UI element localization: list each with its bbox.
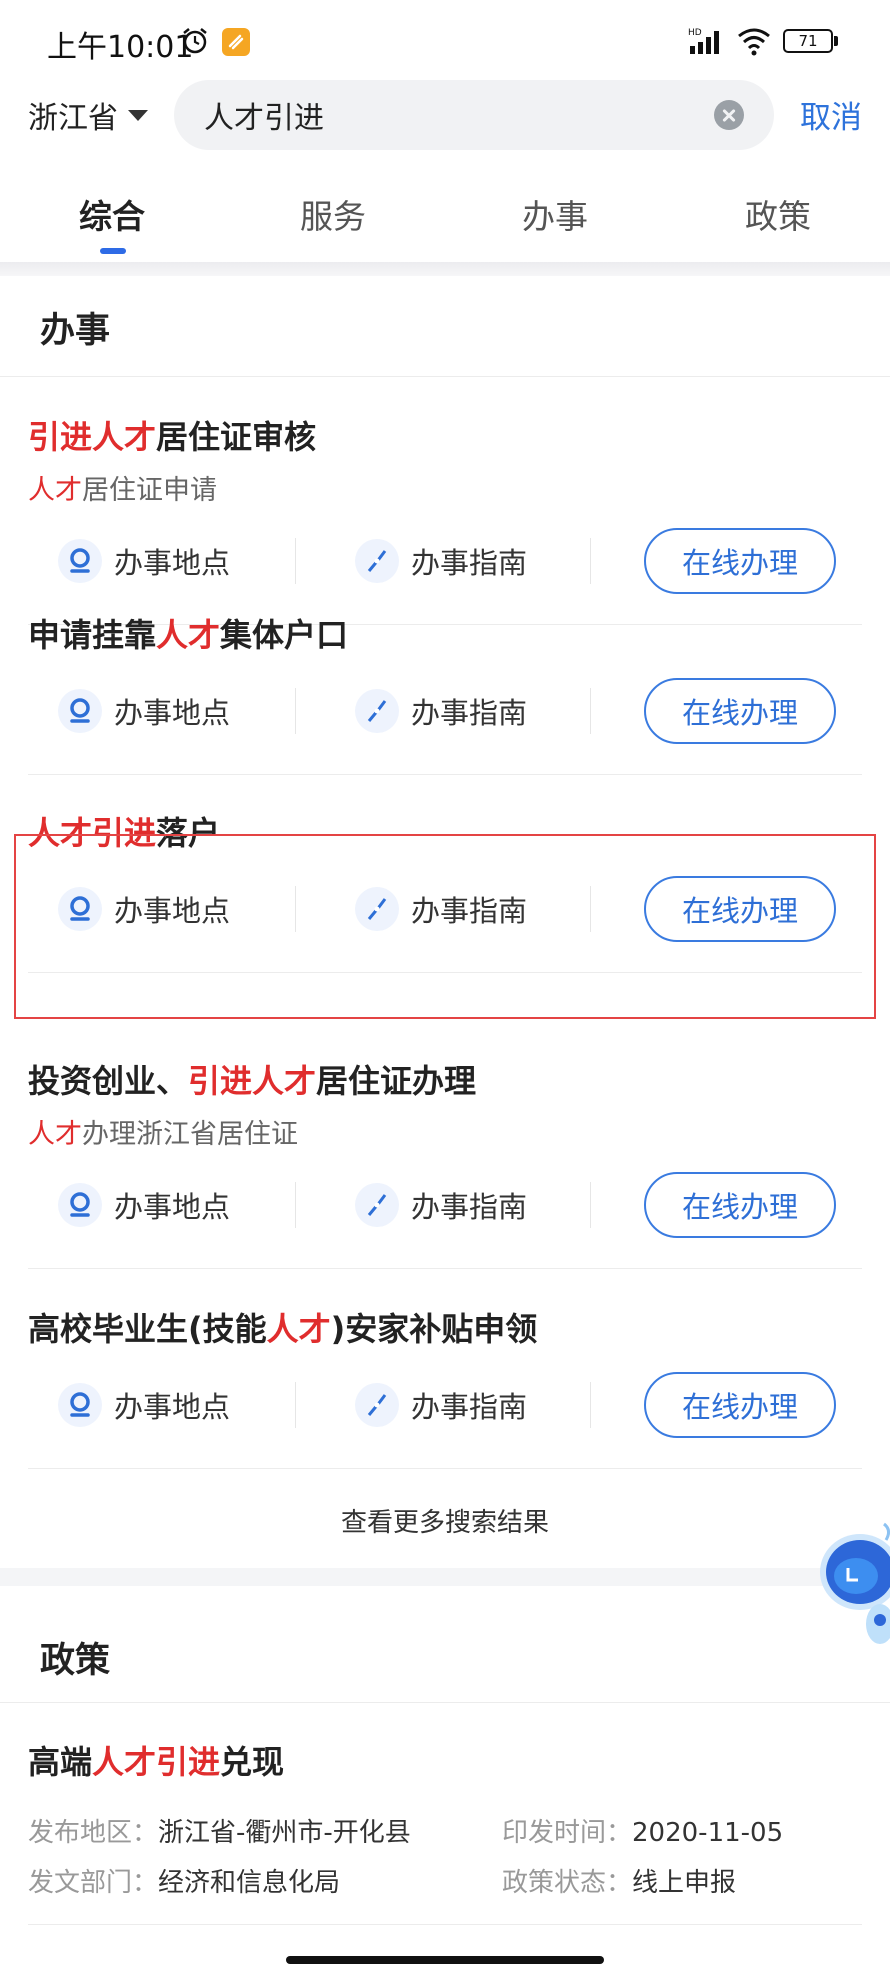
cancel-button[interactable]: 取消 [800, 92, 862, 137]
more-results-link[interactable]: 查看更多搜索结果 [0, 1502, 890, 1539]
guide-action[interactable]: 办事指南 [355, 536, 527, 586]
policy-department: 发文部门：经济和信息化局 [28, 1868, 341, 1898]
guide-action[interactable]: 办事指南 [355, 1180, 527, 1230]
tab-bar: 综合 服务 办事 政策 [0, 180, 890, 260]
region-label: 浙江省 [28, 101, 118, 136]
affairs-section-title: 办事 [40, 311, 111, 351]
search-box [174, 80, 774, 150]
location-action[interactable]: 办事地点 [58, 1380, 230, 1430]
policy-section-title: 政策 [40, 1641, 111, 1681]
caret-down-icon [128, 109, 148, 121]
policy-title[interactable]: 高端人才引进兑现 [28, 1737, 284, 1783]
home-indicator[interactable] [286, 1956, 604, 1964]
guide-label: 办事指南 [411, 546, 528, 580]
location-label: 办事地点 [114, 1390, 231, 1424]
compass-icon [355, 1383, 399, 1427]
wifi-icon [738, 28, 770, 56]
guide-label: 办事指南 [411, 696, 528, 730]
affair-item-title[interactable]: 投资创业、引进人才居住证办理 [28, 1056, 476, 1102]
clear-icon[interactable] [714, 100, 744, 130]
tab-policies[interactable]: 政策 [708, 190, 848, 238]
cellular-signal-icon: HD [688, 28, 719, 54]
guide-label: 办事指南 [411, 1390, 528, 1424]
svg-text:HD: HD [688, 28, 702, 38]
guide-action[interactable]: 办事指南 [355, 686, 527, 736]
search-input[interactable] [204, 80, 684, 150]
location-label: 办事地点 [114, 1190, 231, 1224]
affair-item-title[interactable]: 申请挂靠人才集体户口 [28, 610, 348, 656]
policy-date: 印发时间：2020-11-05 [502, 1818, 784, 1848]
policy-status: 政策状态：线上申报 [502, 1868, 737, 1898]
battery-level: 71 [783, 29, 833, 53]
compass-icon [355, 1183, 399, 1227]
location-action[interactable]: 办事地点 [58, 1180, 230, 1230]
status-bar: 上午10:01 HD 71 [0, 0, 890, 80]
location-action[interactable]: 办事地点 [58, 686, 230, 736]
online-process-button[interactable]: 在线办理 [644, 1172, 836, 1238]
affair-item-title[interactable]: 引进人才居住证审核 [28, 412, 316, 458]
online-process-button[interactable]: 在线办理 [644, 678, 836, 744]
tab-affairs[interactable]: 办事 [485, 190, 625, 238]
status-time: 上午10:01 [47, 30, 194, 65]
region-dropdown[interactable]: 浙江省 [28, 90, 148, 140]
affair-item-title[interactable]: 高校毕业生(技能人才)安家补贴申领 [28, 1304, 537, 1350]
compass-icon [355, 689, 399, 733]
app-notification-icon [222, 28, 250, 56]
alarm-clock-icon [183, 28, 207, 54]
location-pin-icon [58, 689, 102, 733]
online-process-button[interactable]: 在线办理 [644, 1372, 836, 1438]
highlight-frame [14, 834, 876, 1019]
location-pin-icon [58, 1183, 102, 1227]
location-action[interactable]: 办事地点 [58, 536, 230, 586]
tab-services[interactable]: 服务 [263, 190, 403, 238]
guide-action[interactable]: 办事指南 [355, 1380, 527, 1430]
affair-item-subtitle: 人才办理浙江省居住证 [28, 1119, 298, 1150]
battery-icon: 71 [783, 29, 839, 53]
compass-icon [355, 539, 399, 583]
affair-item-subtitle: 人才居住证申请 [28, 475, 217, 506]
tab-comprehensive[interactable]: 综合 [42, 190, 182, 238]
policy-region: 发布地区：浙江省-衢州市-开化县 [28, 1818, 411, 1848]
active-tab-indicator [100, 248, 126, 254]
location-pin-icon [58, 539, 102, 583]
location-pin-icon [58, 1383, 102, 1427]
guide-label: 办事指南 [411, 1190, 528, 1224]
assistant-robot-icon[interactable] [800, 1520, 890, 1650]
online-process-button[interactable]: 在线办理 [644, 528, 836, 594]
location-label: 办事地点 [114, 696, 231, 730]
location-label: 办事地点 [114, 546, 231, 580]
